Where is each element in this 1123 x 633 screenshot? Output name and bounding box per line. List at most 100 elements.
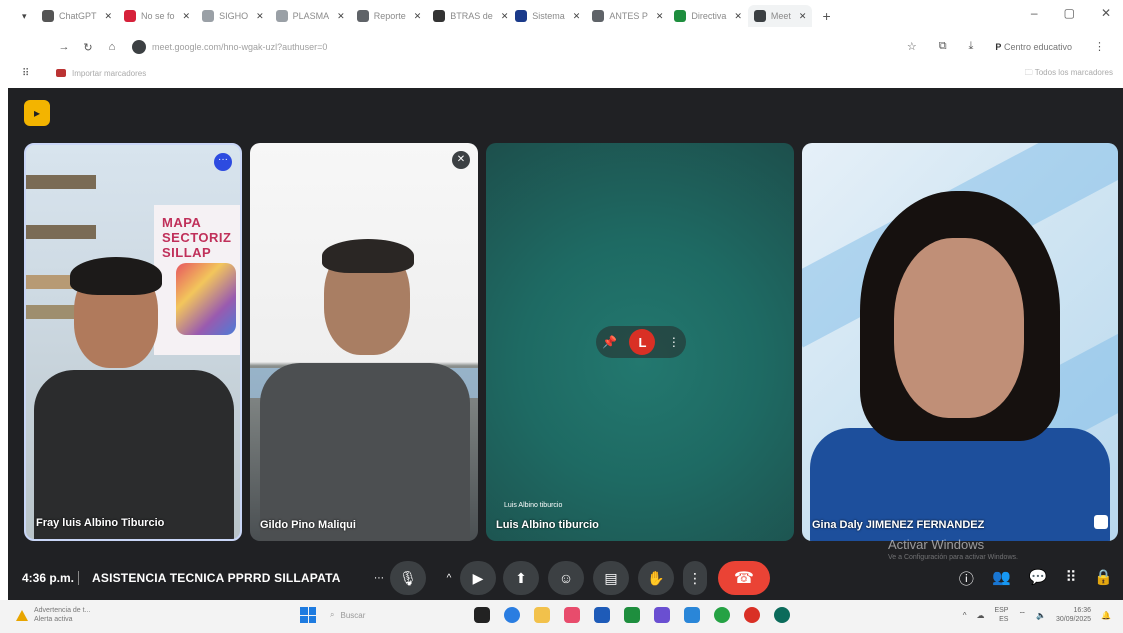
minimize-icon[interactable]: – — [1031, 6, 1038, 20]
forward-icon[interactable]: → — [52, 41, 76, 53]
chat-icon[interactable]: 💬 — [1029, 568, 1048, 589]
system-clock[interactable]: 16:36 30/09/2025 — [1056, 606, 1091, 624]
reload-icon[interactable]: ↻ — [76, 41, 100, 54]
browser-tab[interactable]: SIGHO ✕ — [196, 5, 270, 27]
close-tab-icon[interactable]: ✕ — [656, 11, 664, 22]
raise-hand-button[interactable]: ✋ — [638, 561, 674, 595]
tab-strip: ChatGPT ✕ No se fo ✕ SIGHO ✕ PLASMA ✕ Reporte ✕ BT… — [36, 5, 813, 27]
pin-icon[interactable]: 📌 — [602, 335, 617, 349]
meeting-title: ASISTENCIA TECNICA PPRRD SILLAPATA — [92, 571, 341, 585]
chrome-icon[interactable] — [744, 607, 760, 623]
captions-button[interactable]: ▤ — [593, 561, 629, 595]
browser-tab[interactable]: PLASMA ✕ — [270, 5, 351, 27]
restore-icon[interactable]: ▢ — [1064, 6, 1075, 20]
app-icon[interactable] — [654, 607, 670, 623]
close-tab-icon[interactable]: ✕ — [799, 11, 807, 22]
close-window-icon[interactable]: ✕ — [1101, 6, 1111, 20]
browser-tab[interactable]: Sistema ✕ — [509, 5, 586, 27]
edge-icon[interactable] — [504, 607, 520, 623]
browser-tab[interactable]: ChatGPT ✕ — [36, 5, 118, 27]
participant-tile-3[interactable]: 📌 L ⋮ Luis Albino tiburcio Luis Albino t… — [486, 143, 794, 541]
emoji-reactions-button[interactable]: ☺ — [548, 561, 584, 595]
participant-tile-1[interactable]: MAPA SECTORIZ SILLAP ··· Fray luis Albin… — [24, 143, 242, 541]
people-icon[interactable]: 👥 — [992, 568, 1011, 589]
tab-favicon-icon — [42, 10, 54, 22]
app-icon[interactable] — [774, 607, 790, 623]
meeting-info-icon[interactable]: ⓘ — [959, 568, 974, 589]
close-tab-icon[interactable]: ✕ — [105, 11, 113, 22]
task-view-icon[interactable] — [474, 607, 490, 623]
more-options-button[interactable]: ⋮ — [683, 561, 707, 595]
tab-label: Sistema — [532, 11, 565, 21]
all-bookmarks-link[interactable]: 🗀 Todos los marcadores — [1025, 67, 1113, 81]
language-indicator[interactable]: ESP ES — [994, 606, 1008, 624]
browser-tab[interactable]: ANTES P ✕ — [586, 5, 668, 27]
video-options-icon[interactable]: ^ — [438, 561, 460, 595]
browser-tab[interactable]: Reporte ✕ — [351, 5, 428, 27]
browser-tab[interactable]: Meet ✕ — [747, 5, 813, 27]
whatsapp-icon[interactable] — [714, 607, 730, 623]
poster: MAPA SECTORIZ SILLAP — [154, 205, 240, 355]
leave-call-button[interactable]: ☎ — [718, 561, 770, 595]
outlook-icon[interactable] — [684, 607, 700, 623]
store-icon[interactable] — [564, 607, 580, 623]
bookmark-icon — [56, 69, 66, 77]
file-explorer-icon[interactable] — [534, 607, 550, 623]
import-bookmarks-link[interactable]: Importar marcadores — [72, 69, 146, 78]
audio-options-icon[interactable]: ⋯ — [368, 561, 390, 595]
bookmark-star-icon[interactable]: ☆ — [907, 40, 917, 53]
menu-icon[interactable]: ⋮ — [1094, 40, 1105, 53]
word-icon[interactable] — [594, 607, 610, 623]
tab-list-icon[interactable]: ▾ — [22, 11, 36, 22]
excel-icon[interactable] — [624, 607, 640, 623]
warning-icon — [16, 609, 28, 621]
person-head — [894, 238, 1024, 418]
volume-icon[interactable]: 🔈 — [1036, 611, 1046, 620]
taskbar-apps: ⌕ Buscar — [300, 607, 790, 623]
participant-tile-2[interactable]: ✕ Gildo Pino Maliqui — [250, 143, 478, 541]
close-tab-icon[interactable]: ✕ — [256, 11, 264, 22]
browser-tab[interactable]: BTRAS de ✕ — [427, 5, 509, 27]
download-icon[interactable]: ⤓ — [969, 40, 974, 53]
weather-widget[interactable]: Advertencia de t... Alerta activa — [16, 606, 90, 624]
start-button[interactable] — [300, 607, 316, 623]
profile-button[interactable]: P Centro educativo — [995, 42, 1072, 52]
camera-button[interactable]: ▶ — [460, 561, 496, 595]
microphone-button[interactable]: 🎙 — [390, 561, 426, 595]
extensions-icon[interactable]: ⧉ — [939, 40, 947, 53]
present-screen-button[interactable]: ⬆ — [503, 561, 539, 595]
url-field[interactable]: meet.google.com/hno-wgak-uzl?authuser=0 — [152, 42, 327, 52]
profile-label: Centro educativo — [1003, 41, 1072, 52]
pip-icon[interactable] — [1094, 515, 1108, 529]
browser-tab[interactable]: Directiva ✕ — [668, 5, 748, 27]
windows-taskbar: Advertencia de t... Alerta activa ⌕ Busc… — [0, 600, 1123, 633]
site-info-icon[interactable] — [132, 40, 146, 54]
close-tab-icon[interactable]: ✕ — [573, 11, 581, 22]
browser-tab[interactable]: No se fo ✕ — [118, 5, 196, 27]
close-tab-icon[interactable]: ✕ — [734, 11, 742, 22]
more-options-icon[interactable]: ··· — [214, 153, 232, 171]
system-tray: ^ ☁ ESP ES ⌔ 🔈 16:36 30/09/2025 🔔 — [963, 606, 1111, 624]
cloud-icon[interactable]: ☁ — [976, 611, 984, 620]
taskbar-search[interactable]: ⌕ Buscar — [330, 610, 460, 620]
notifications-icon[interactable]: 🔔 — [1101, 611, 1111, 620]
apps-grid-icon[interactable]: ⠿ — [22, 68, 34, 79]
chevron-up-icon[interactable]: ^ — [963, 611, 967, 620]
close-tab-icon[interactable]: ✕ — [501, 11, 509, 22]
meet-stage: ▸ MAPA SECTORIZ SILLAP ··· Fray luis Alb… — [8, 88, 1123, 600]
close-tab-icon[interactable]: ✕ — [183, 11, 191, 22]
person-hair — [322, 239, 414, 273]
close-tab-icon[interactable]: ✕ — [337, 11, 345, 22]
host-controls-icon[interactable]: 🔒 — [1094, 568, 1113, 589]
new-tab-icon[interactable]: + — [822, 8, 830, 24]
more-options-icon[interactable]: ⋮ — [668, 335, 680, 349]
activate-windows-watermark: Activar Windows — [888, 537, 985, 552]
meet-logo-icon[interactable]: ▸ — [24, 100, 50, 126]
tab-label: BTRAS de — [450, 11, 493, 21]
home-icon[interactable]: ⌂ — [100, 41, 124, 53]
participant-tile-4[interactable]: Gina Daly JIMENEZ FERNANDEZ — [802, 143, 1118, 541]
participant-name: Fray luis Albino Tiburcio — [36, 517, 165, 529]
wifi-icon[interactable]: ⌔ — [1018, 610, 1026, 620]
activities-icon[interactable]: ⠿ — [1065, 568, 1076, 589]
close-tab-icon[interactable]: ✕ — [414, 11, 422, 22]
